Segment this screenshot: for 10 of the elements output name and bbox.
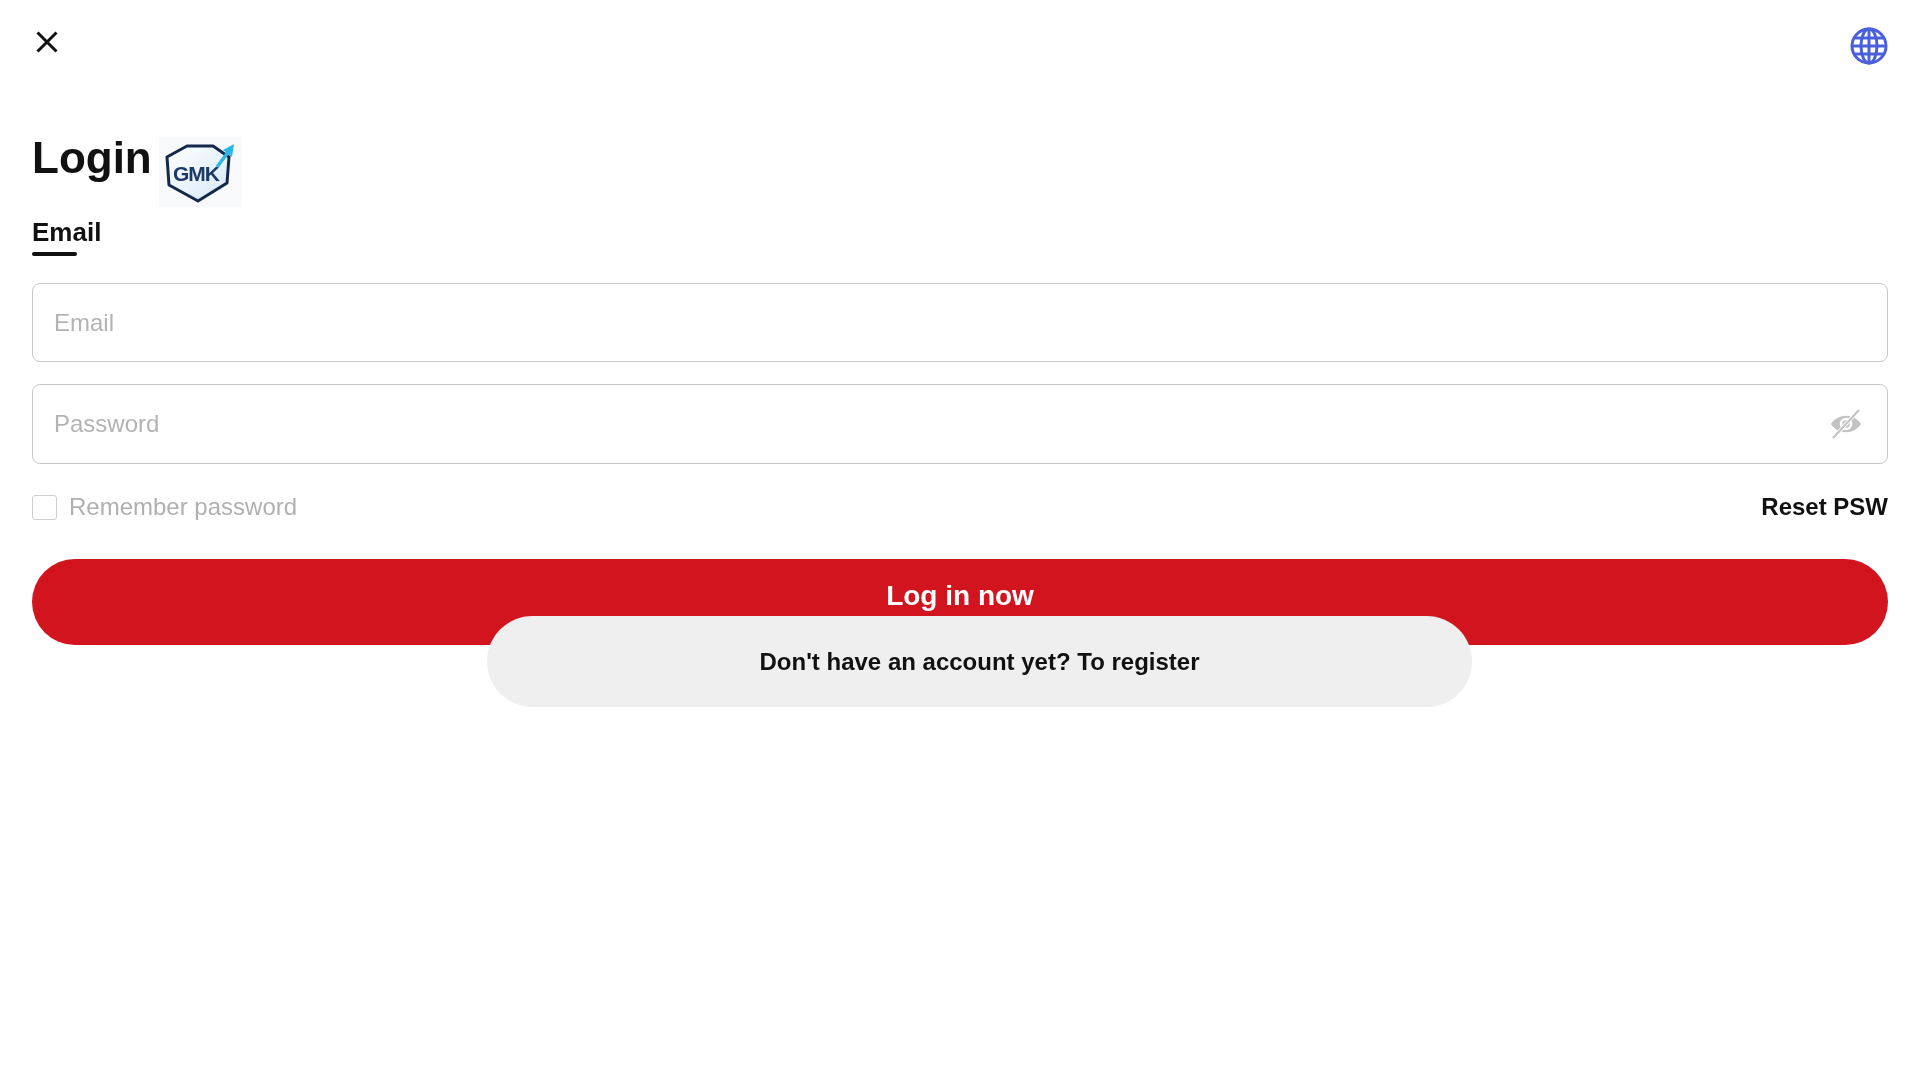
checkbox[interactable]	[32, 494, 57, 520]
reset-password-link[interactable]: Reset PSW	[1761, 493, 1888, 521]
globe-icon[interactable]	[1850, 27, 1888, 65]
shield-logo: GMK	[158, 137, 242, 207]
email-field[interactable]: Email	[32, 283, 1888, 362]
page-title: Login	[32, 133, 152, 183]
close-icon[interactable]	[36, 31, 58, 53]
password-field[interactable]: Password	[32, 384, 1888, 464]
tab[interactable]: Email	[32, 217, 102, 256]
register-button[interactable]: Don't have an account yet? To register	[487, 616, 1472, 707]
